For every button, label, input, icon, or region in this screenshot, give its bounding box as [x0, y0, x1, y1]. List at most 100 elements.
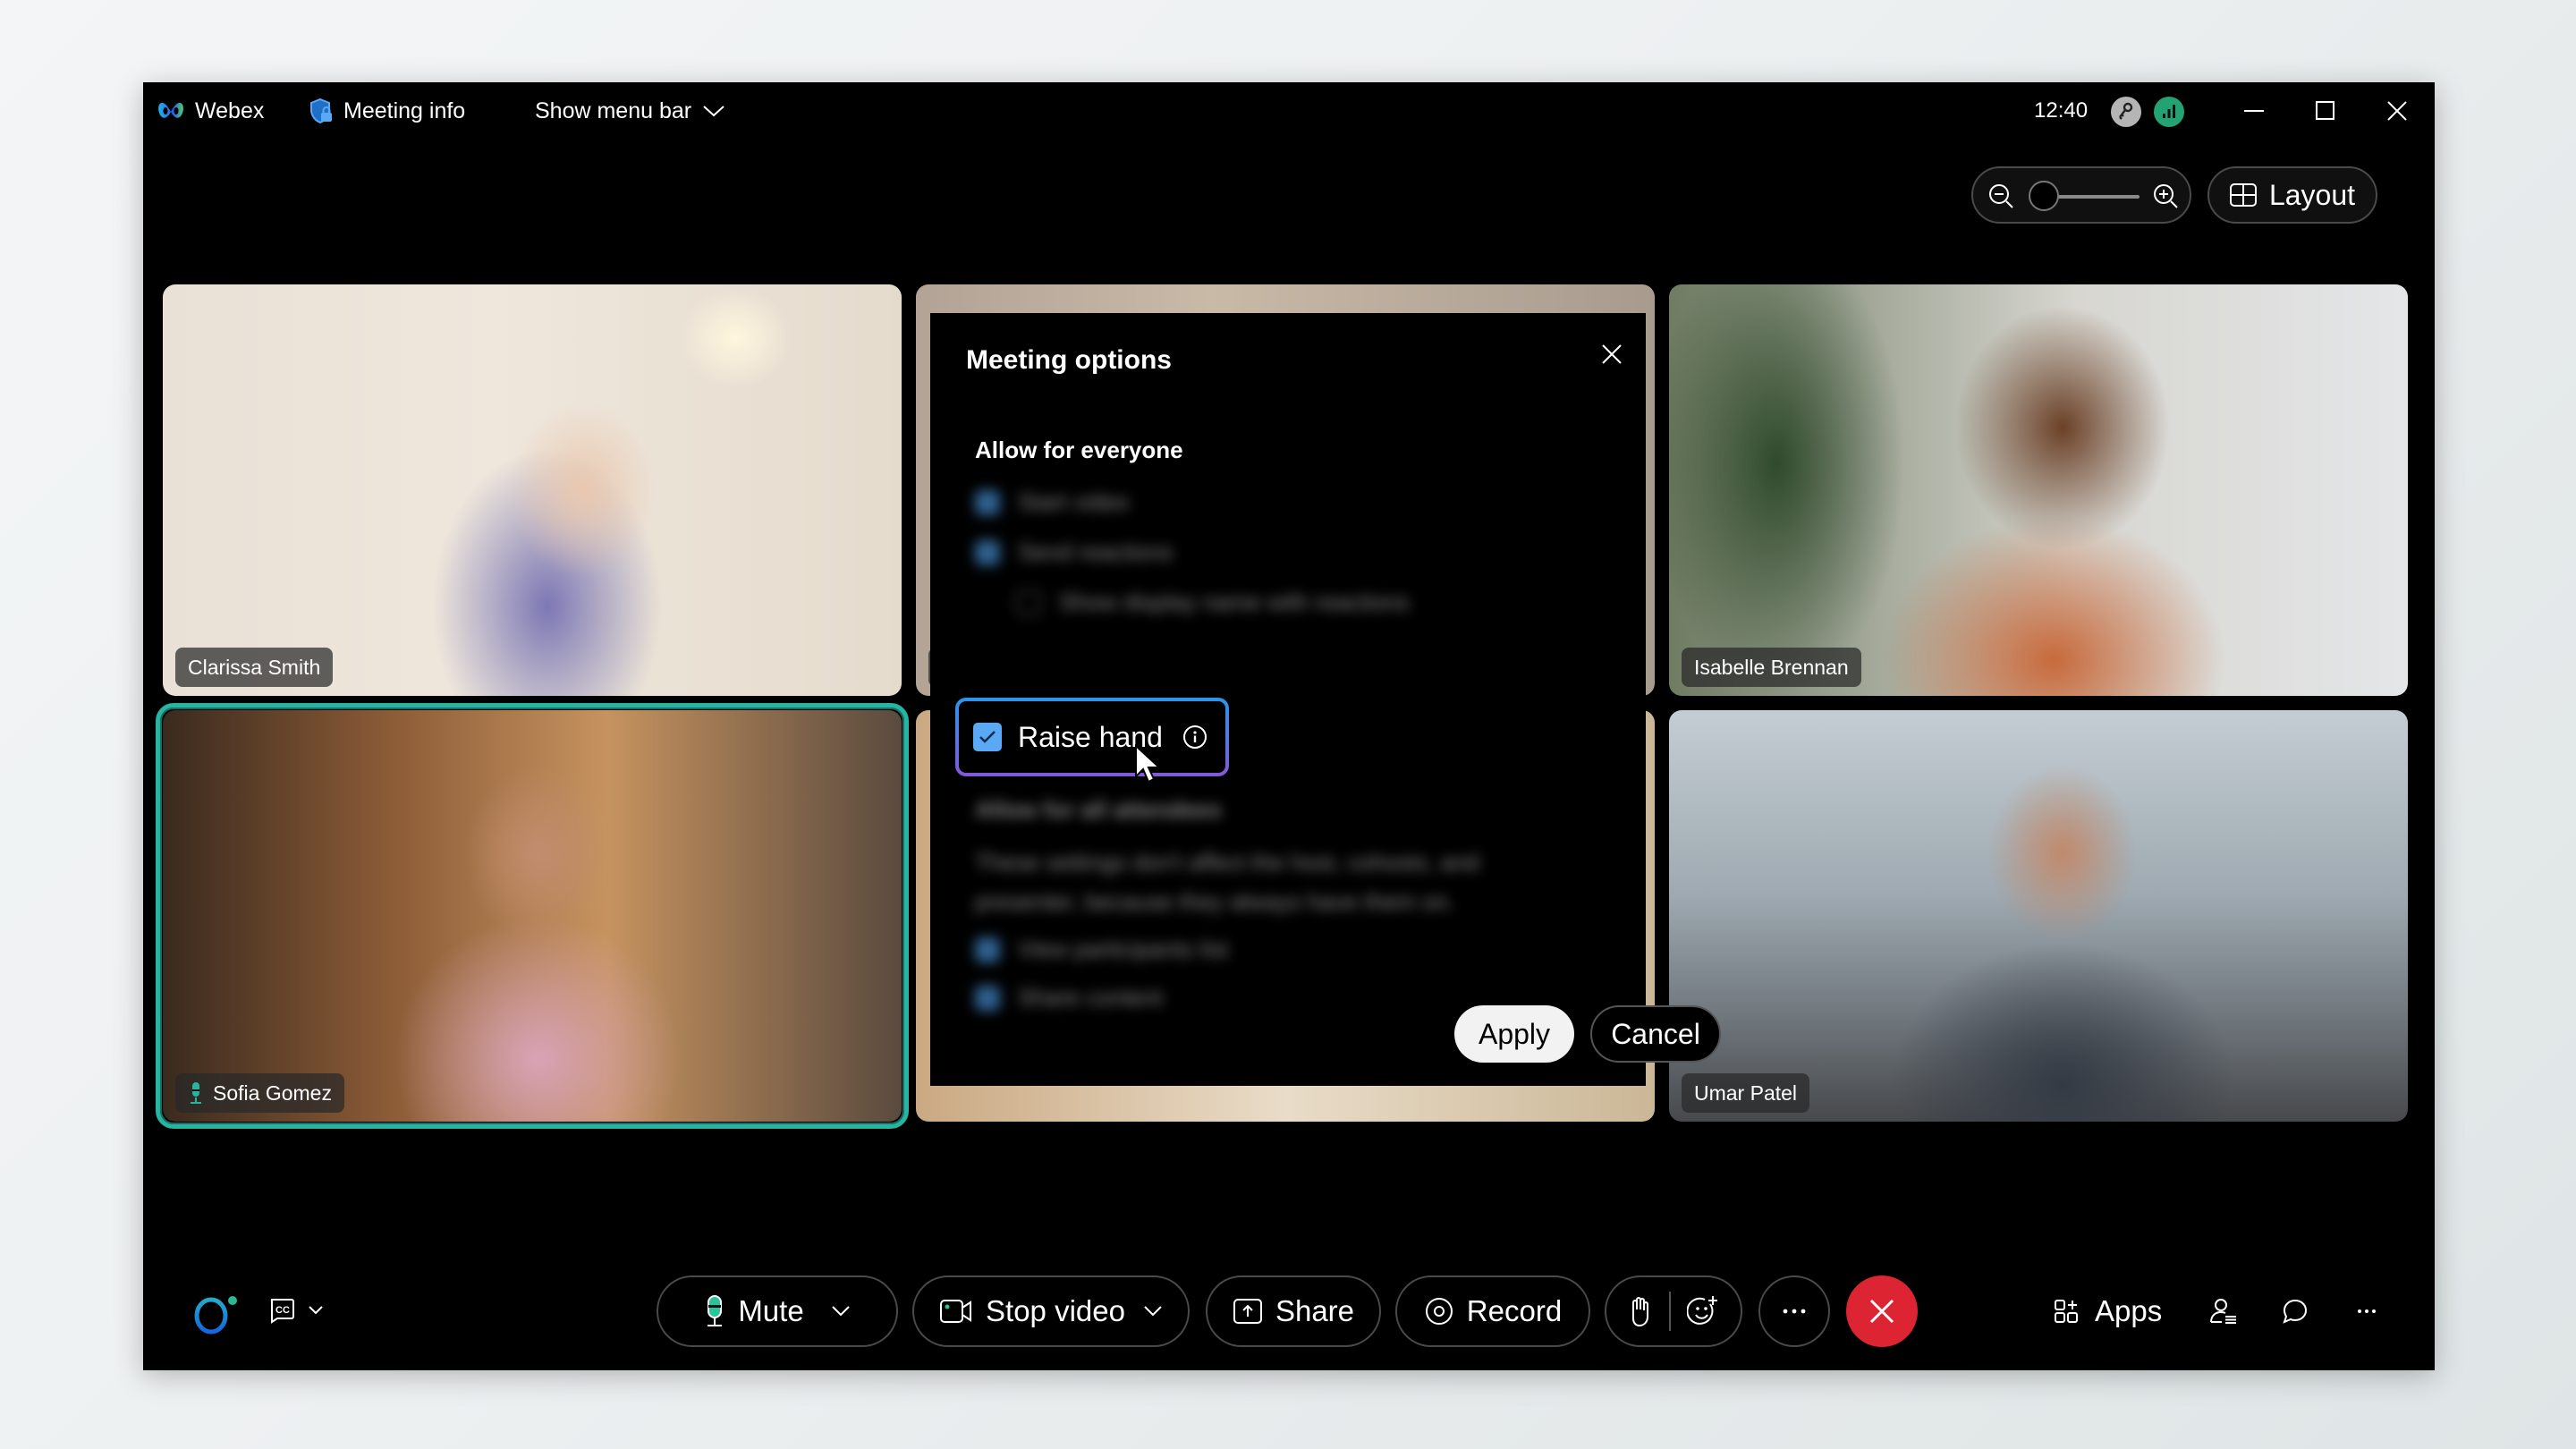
- minimize-button[interactable]: [2236, 93, 2272, 129]
- chat-button[interactable]: [2275, 1292, 2315, 1331]
- title-bar: Webex Meeting info Show menu bar 12:40: [143, 82, 2435, 140]
- maximize-icon: [2316, 101, 2334, 120]
- checkbox[interactable]: [1016, 589, 1041, 615]
- webex-app-label[interactable]: Webex: [157, 82, 264, 140]
- minimize-icon: [2244, 110, 2264, 112]
- show-menu-bar-button[interactable]: Show menu bar: [535, 82, 725, 140]
- apps-icon: [2055, 1300, 2078, 1323]
- option-send-reactions[interactable]: Send reactions: [975, 538, 1173, 566]
- apps-button[interactable]: Apps: [2054, 1284, 2162, 1338]
- checkbox[interactable]: [975, 936, 1000, 962]
- dialog-title: Meeting options: [966, 345, 1172, 375]
- option-start-video[interactable]: Start video: [975, 488, 1129, 516]
- record-label: Record: [1466, 1294, 1563, 1327]
- option-view-participants[interactable]: View participants list: [975, 936, 1228, 963]
- close-icon: [1602, 344, 1622, 364]
- zoom-out-button[interactable]: [1987, 182, 2014, 214]
- key-icon[interactable]: [2111, 97, 2141, 127]
- participant-name-tag: Umar Patel: [1682, 1073, 1810, 1113]
- mute-label: Mute: [738, 1294, 804, 1327]
- more-options-button[interactable]: [1758, 1275, 1830, 1347]
- mute-button[interactable]: Mute: [657, 1275, 898, 1347]
- option-show-display-name[interactable]: Show display name with reactions: [1016, 589, 1410, 616]
- add-reaction-icon[interactable]: [1687, 1295, 1719, 1327]
- close-window-button[interactable]: [2379, 93, 2415, 129]
- app-name: Webex: [195, 97, 265, 123]
- more-horizontal-icon: [1783, 1309, 1806, 1314]
- participant-name-tag: Clarissa Smith: [175, 648, 334, 687]
- dialog-close-button[interactable]: [1594, 336, 1630, 372]
- chevron-down-icon: [1144, 1306, 1162, 1317]
- section-heading-attendees: Allow for all attendees: [975, 796, 1222, 823]
- show-menu-bar-label: Show menu bar: [535, 97, 692, 123]
- zoom-in-button[interactable]: [2152, 182, 2179, 214]
- svg-text:CC: CC: [275, 1305, 290, 1316]
- video-options-chevron[interactable]: [1143, 1305, 1163, 1318]
- chevron-down-icon: [831, 1306, 850, 1317]
- participant-name: Sofia Gomez: [213, 1080, 332, 1105]
- microphone-icon: [708, 1295, 723, 1326]
- closed-captions-button[interactable]: CC: [268, 1297, 324, 1324]
- close-icon: [2387, 101, 2407, 121]
- record-button[interactable]: Record: [1395, 1275, 1590, 1347]
- maximize-button[interactable]: [2308, 93, 2343, 129]
- checkbox[interactable]: [975, 489, 1000, 515]
- mute-options-chevron[interactable]: [831, 1305, 851, 1318]
- checkbox[interactable]: [975, 539, 1000, 565]
- signal-strength-icon[interactable]: [2154, 97, 2184, 127]
- apply-button[interactable]: Apply: [1454, 1005, 1574, 1063]
- webex-meeting-window: Webex Meeting info Show menu bar 12:40 L…: [143, 82, 2435, 1370]
- ai-assistant-button[interactable]: [193, 1293, 240, 1339]
- raise-hand-icon[interactable]: [1628, 1295, 1653, 1327]
- video-zoom-control: [1971, 166, 2191, 224]
- share-label: Share: [1275, 1294, 1355, 1327]
- checkbox[interactable]: [975, 985, 1000, 1011]
- closed-captions-icon: CC: [270, 1299, 294, 1324]
- chevron-down-icon[interactable]: [308, 1305, 324, 1316]
- option-share-content[interactable]: Share content: [975, 984, 1163, 1012]
- meeting-time: 12:40: [2034, 98, 2089, 123]
- participants-icon: [2210, 1299, 2236, 1324]
- chevron-down-icon: [703, 106, 724, 117]
- stop-video-button[interactable]: Stop video: [912, 1275, 1190, 1347]
- attendees-note: These settings don't affect the host, co…: [975, 849, 1479, 915]
- share-screen-icon: [1233, 1299, 1262, 1324]
- more-horizontal-icon: [2358, 1309, 2376, 1313]
- raise-hand-option-highlighted[interactable]: Raise hand: [955, 698, 1229, 776]
- checkmark-icon: [979, 731, 996, 743]
- participant-name: Clarissa Smith: [188, 655, 321, 679]
- raise-hand-checkbox[interactable]: [973, 723, 1002, 751]
- mouse-cursor-icon: [1135, 744, 1162, 784]
- video-tile[interactable]: Clarissa Smith: [163, 284, 902, 696]
- meeting-info-label: Meeting info: [343, 97, 466, 123]
- video-camera-icon: [940, 1300, 972, 1323]
- zoom-out-icon: [1989, 184, 2013, 208]
- layout-grid-icon: [2229, 183, 2257, 207]
- shield-lock-icon: [310, 97, 332, 124]
- divider: [1669, 1292, 1671, 1331]
- meeting-info-button[interactable]: Meeting info: [309, 82, 465, 140]
- layout-button[interactable]: Layout: [2207, 166, 2377, 224]
- video-tile[interactable]: Isabelle Brennan: [1669, 284, 2408, 696]
- raise-hand-option[interactable]: Raise hand: [959, 701, 1225, 773]
- participant-name: Isabelle Brennan: [1694, 655, 1849, 679]
- zoom-in-icon: [2154, 184, 2178, 208]
- close-icon: [1869, 1299, 1894, 1324]
- leave-meeting-button[interactable]: [1846, 1275, 1918, 1347]
- share-button[interactable]: Share: [1206, 1275, 1381, 1347]
- info-icon[interactable]: [1182, 724, 1208, 750]
- chat-bubble-icon: [2283, 1299, 2308, 1324]
- reactions-group: [1605, 1275, 1742, 1347]
- more-panels-button[interactable]: [2347, 1292, 2386, 1331]
- video-tile[interactable]: Umar Patel: [1669, 710, 2408, 1122]
- apps-label: Apps: [2095, 1294, 2163, 1327]
- participant-name-tag: Isabelle Brennan: [1682, 648, 1861, 687]
- ai-assistant-icon: [194, 1296, 237, 1335]
- webex-logo-icon: [158, 102, 183, 118]
- zoom-slider-thumb[interactable]: [2029, 181, 2059, 211]
- participants-button[interactable]: [2204, 1292, 2243, 1331]
- cancel-button[interactable]: Cancel: [1590, 1005, 1721, 1063]
- video-tile-active-speaker[interactable]: Sofia Gomez: [163, 710, 902, 1122]
- participant-name: Umar Patel: [1694, 1080, 1798, 1105]
- record-icon: [1425, 1298, 1453, 1325]
